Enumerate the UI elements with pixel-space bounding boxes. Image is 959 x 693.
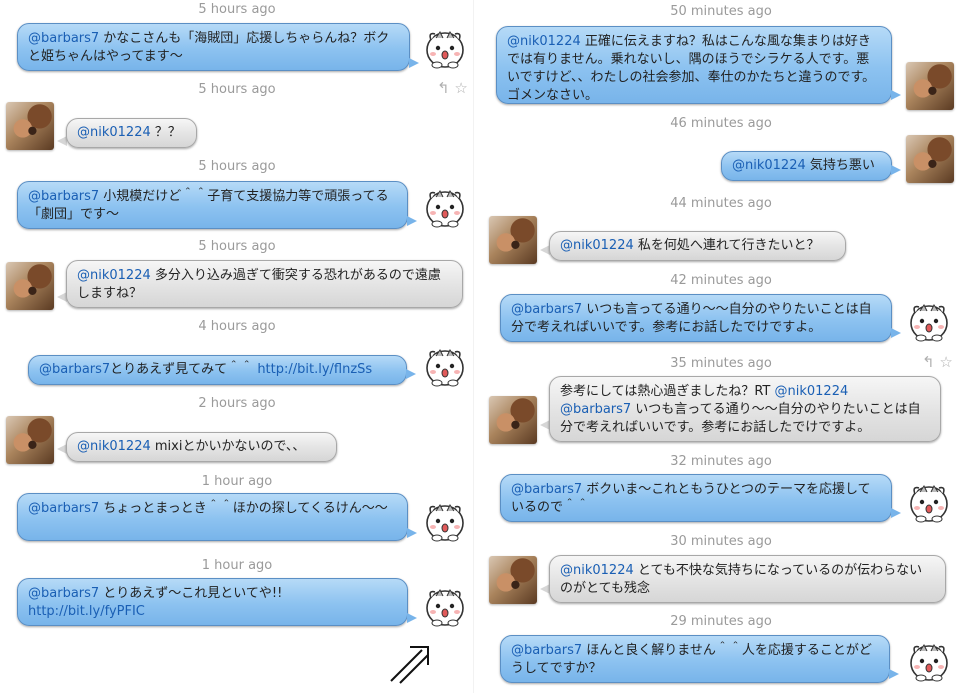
mention-link[interactable]: @barbars7 (560, 402, 631, 417)
dog-avatar[interactable] (6, 102, 54, 150)
mention-link[interactable]: @nik01224 (77, 268, 151, 283)
url-link[interactable]: http://bit.ly/flnzSs (257, 361, 372, 379)
timestamp: 29 minutes ago (670, 614, 772, 629)
dog-avatar[interactable] (906, 135, 954, 183)
bubble-tail (406, 369, 416, 379)
mention-link[interactable]: @barbars7 (39, 361, 110, 379)
message-bubble[interactable]: @barbars7 かなこさんも「海賊団」応援しちゃらんね？ボクと姫ちゃんはやっ… (17, 23, 410, 71)
timestamp: 5 hours ago (198, 239, 276, 254)
timestamp: 1 hour ago (201, 558, 273, 573)
bubble-tail (891, 328, 901, 338)
timestamp: 35 minutes ago (670, 356, 772, 371)
mention-link[interactable]: @nik01224 (732, 157, 806, 175)
message-bubble[interactable]: @barbars7 ちょっとまっとき＾＾ほかの探してくるけん〜〜 (17, 493, 408, 541)
message-bubble[interactable]: @nik01224 多分入り込み過ぎて衝突する恐れがあるので遠慮しますね？ (66, 260, 463, 308)
message-text: mixiとかいかないので、、 (150, 439, 306, 454)
message-bubble[interactable]: @nik01224 mixiとかいかないので、、 (66, 432, 337, 462)
star-icon[interactable]: ☆ (454, 79, 467, 97)
hamster-avatar[interactable] (422, 183, 468, 229)
message-bubble[interactable]: @nik01224 私を何処へ連れて行きたいと？ (549, 231, 846, 261)
message-text: ちょっとまっとき＾＾ほかの探してくるけん〜〜 (99, 501, 388, 516)
message-bubble[interactable]: @nik01224 とても不快な気持ちになっているのが伝わらないのがとても残念 (549, 555, 946, 603)
timestamp: 5 hours ago (198, 2, 276, 17)
dog-avatar[interactable] (489, 556, 537, 604)
bubble-tail (407, 613, 417, 623)
timestamp: 1 hour ago (201, 474, 273, 489)
reply-icon[interactable]: ↰ (922, 353, 935, 371)
mention-link[interactable]: @nik01224 (775, 384, 849, 399)
hamster-avatar[interactable] (906, 637, 952, 683)
double-arrow-icon (390, 646, 429, 684)
timestamp: 4 hours ago (198, 319, 276, 334)
message-bubble[interactable]: @nik01224 ？？ (66, 118, 197, 148)
message-text: とりあえず〜これ見といてや!! (99, 586, 291, 601)
message-text: 私を何処へ連れて行きたいと？ (633, 238, 820, 253)
right-conversation-pane: 50 minutes ago @nik01224 正確に伝えますね？私はこんな風… (474, 0, 959, 693)
timestamp: 44 minutes ago (670, 196, 772, 211)
message-bubble[interactable]: @barbars7 とりあえず〜これ見といてや!! http://bit.ly/… (17, 578, 408, 626)
mention-link[interactable]: @barbars7 (511, 643, 582, 658)
dog-avatar[interactable] (6, 416, 54, 464)
dog-avatar[interactable] (6, 262, 54, 310)
dog-avatar[interactable] (489, 396, 537, 444)
hamster-avatar[interactable] (422, 24, 468, 70)
bubble-tail (407, 216, 417, 226)
mention-link[interactable]: @barbars7 (28, 501, 99, 516)
mention-link[interactable]: @barbars7 (28, 31, 99, 46)
timestamp: 32 minutes ago (670, 454, 772, 469)
message-bubble[interactable]: @nik01224 気持ち悪い (721, 151, 892, 181)
message-bubble[interactable]: @barbars7 とりあえず見てみて＾＾ http://bit.ly/flnzS… (28, 355, 407, 385)
url-link[interactable]: http://bit.ly/fyPFIC (28, 604, 145, 619)
timestamp: 50 minutes ago (670, 4, 772, 19)
message-text: 気持ち悪い (805, 158, 875, 173)
hamster-avatar[interactable] (422, 342, 468, 388)
timestamp: 46 minutes ago (670, 116, 772, 131)
message-bubble[interactable]: @barbars7 ほんと良く解りません＾＾人を応援することがどうしてですか？ (500, 635, 890, 683)
timestamp: 5 hours ago (198, 82, 276, 97)
left-conversation-pane: 5 hours ago @barbars7 かなこさんも「海賊団」応援しちゃらん… (0, 0, 473, 693)
mention-link[interactable]: @nik01224 (77, 124, 151, 142)
hamster-avatar[interactable] (906, 478, 952, 524)
mention-link[interactable]: @nik01224 (77, 438, 151, 456)
hamster-avatar[interactable] (422, 582, 468, 628)
mention-link[interactable]: @nik01224 (560, 563, 634, 578)
bubble-tail (891, 165, 901, 175)
timestamp: 5 hours ago (198, 159, 276, 174)
mention-link[interactable]: @barbars7 (511, 482, 582, 497)
mention-link[interactable]: @nik01224 (507, 34, 581, 49)
bubble-tail (891, 90, 901, 100)
mention-link[interactable]: @barbars7 (28, 586, 99, 601)
timestamp: 30 minutes ago (670, 534, 772, 549)
message-bubble[interactable]: @barbars7 いつも言ってる通り〜〜自分のやりたいことは自分で考えればいい… (500, 294, 892, 342)
dog-avatar[interactable] (489, 216, 537, 264)
hamster-avatar[interactable] (422, 497, 468, 543)
message-bubble[interactable]: 参考にしては熱心過ぎましたね？RT @nik01224 @barbars7 いつも… (549, 376, 941, 442)
bubble-tail (409, 58, 419, 68)
timestamp: 42 minutes ago (670, 273, 772, 288)
hamster-avatar[interactable] (906, 297, 952, 343)
mention-link[interactable]: @nik01224 (560, 237, 634, 255)
message-text: とりあえず見てみて＾＾ (110, 362, 258, 377)
timestamp: 2 hours ago (198, 396, 276, 411)
mention-link[interactable]: @barbars7 (511, 302, 582, 317)
bubble-tail (889, 669, 899, 679)
star-icon[interactable]: ☆ (939, 353, 952, 371)
message-bubble[interactable]: @barbars7 ボクいま〜これともうひとつのテーマを応援しているので＾＾ (500, 474, 892, 522)
message-text: 参考にしては熱心過ぎましたね？RT (560, 384, 775, 399)
dog-avatar[interactable] (906, 62, 954, 110)
message-text: ？？ (150, 125, 181, 140)
bubble-tail (407, 528, 417, 538)
bubble-tail (891, 508, 901, 518)
message-bubble[interactable]: @nik01224 正確に伝えますね？私はこんな風な集まりは好きでは有りません。… (496, 26, 892, 104)
message-bubble[interactable]: @barbars7 小規模だけど＾＾子育て支援協力等で頑張ってる「劇団」です〜 (17, 181, 408, 229)
mention-link[interactable]: @barbars7 (28, 189, 99, 204)
reply-icon[interactable]: ↰ (437, 79, 450, 97)
